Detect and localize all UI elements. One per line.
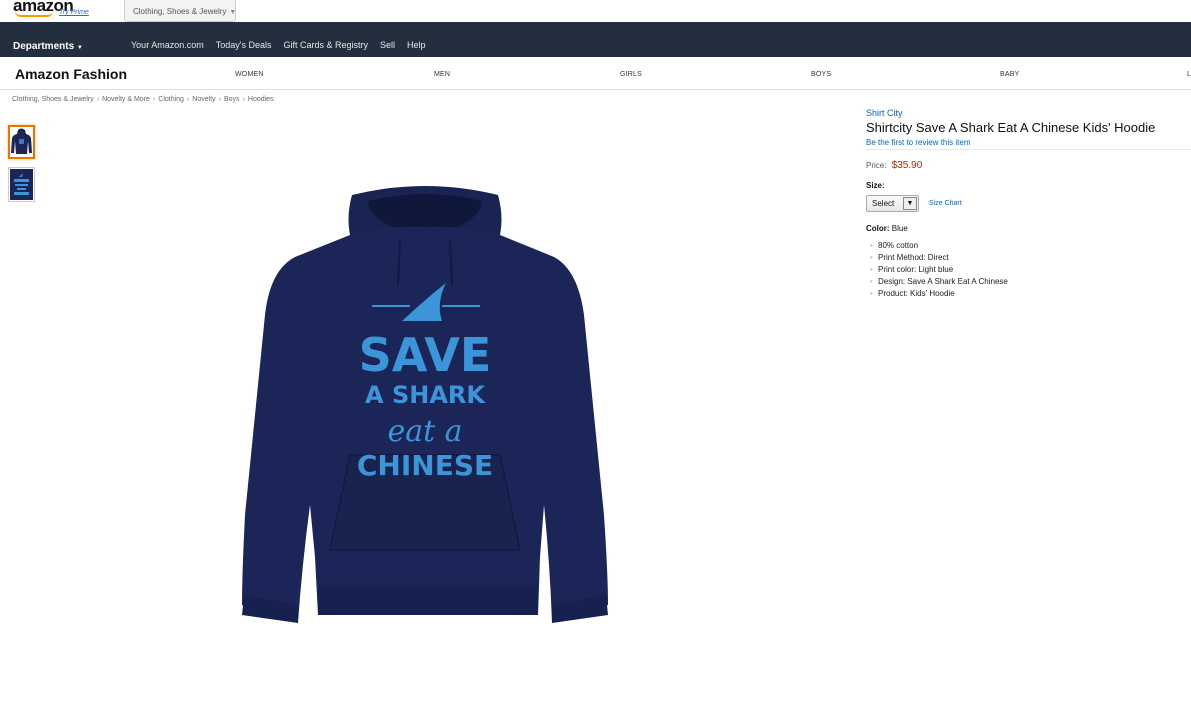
color-value: Blue — [891, 224, 908, 233]
print-text-chinese: CHINESE — [357, 449, 493, 482]
subnav-item-boys[interactable]: BOYS — [811, 71, 831, 78]
size-chart-link[interactable]: Size Chart — [929, 200, 962, 207]
breadcrumb-item[interactable]: Novelty & More — [102, 96, 150, 103]
chevron-down-icon: ▼ — [76, 45, 83, 51]
subnav-item-more[interactable]: L — [1187, 71, 1191, 78]
breadcrumb-separator-icon: › — [218, 96, 221, 103]
amazon-logo[interactable]: amazon Try Prime — [13, 0, 93, 20]
breadcrumb-item[interactable]: Clothing, Shoes & Jewelry — [12, 96, 94, 103]
size-select[interactable]: Select ▼ — [866, 195, 919, 212]
nav-link-todays-deals[interactable]: Today's Deals — [216, 40, 272, 50]
nav-link-sell[interactable]: Sell — [380, 40, 395, 50]
size-select-value: Select — [872, 199, 895, 208]
nav-link-your-amazon[interactable]: Your Amazon.com — [131, 40, 204, 50]
feature-bullet: Print color: Light blue — [866, 265, 1191, 274]
size-row: Select ▼ Size Chart — [866, 195, 1191, 212]
main-product-image[interactable]: SAVE A SHARK eat a CHINESE — [230, 185, 620, 635]
design-thumbnail-image — [10, 169, 33, 200]
price-value: $35.90 — [891, 160, 923, 171]
search-department-dropdown[interactable]: Clothing, Shoes & Jewelry ▼ — [124, 0, 236, 22]
breadcrumb-item[interactable]: Boys — [224, 96, 240, 103]
brand-link[interactable]: Shirt City — [866, 108, 1191, 118]
fashion-subnav: Amazon Fashion WOMEN MEN GIRLS BOYS BABY… — [0, 57, 1191, 90]
breadcrumb-item[interactable]: Novelty — [192, 96, 215, 103]
departments-label: Departments — [13, 41, 75, 52]
breadcrumb-separator-icon: › — [242, 96, 245, 103]
review-link[interactable]: Be the first to review this item — [866, 138, 1191, 150]
search-department-label: Clothing, Shoes & Jewelry — [133, 7, 227, 16]
subnav-title[interactable]: Amazon Fashion — [15, 66, 127, 82]
product-title: Shirtcity Save A Shark Eat A Chinese Kid… — [866, 120, 1156, 135]
breadcrumb-separator-icon: › — [152, 96, 156, 103]
departments-menu[interactable]: Departments ▼ — [13, 41, 83, 52]
color-row: Color: Blue — [866, 224, 1191, 233]
subnav-item-girls[interactable]: GIRLS — [620, 71, 642, 78]
feature-bullet: Product: Kids' Hoodie — [866, 289, 1191, 298]
breadcrumb-item[interactable]: Clothing — [158, 96, 184, 103]
size-label: Size: — [866, 181, 885, 190]
subnav-item-women[interactable]: WOMEN — [235, 71, 264, 78]
nav-link-help[interactable]: Help — [407, 40, 426, 50]
breadcrumb: Clothing, Shoes & Jewelry › Novelty & More… — [12, 96, 274, 103]
feature-bullets: 80% cotton Print Method: Direct Print co… — [866, 241, 1191, 298]
breadcrumb-separator-icon: › — [186, 96, 190, 103]
main-nav: Departments ▼ Your Amazon.com Today's De… — [0, 22, 1191, 57]
print-text-eat: eat a — [387, 414, 462, 449]
logo-smile-icon — [15, 11, 53, 17]
color-label: Color: — [866, 224, 890, 233]
price-label: Price: — [866, 161, 887, 170]
subnav-item-men[interactable]: MEN — [434, 71, 450, 78]
thumbnail-design[interactable] — [8, 167, 35, 202]
subnav-item-baby[interactable]: BABY — [1000, 71, 1019, 78]
nav-links: Your Amazon.com Today's Deals Gift Cards… — [131, 40, 438, 50]
thumbnail-hoodie[interactable] — [8, 125, 35, 159]
feature-bullet: Print Method: Direct — [866, 253, 1191, 262]
print-text-save: SAVE — [359, 328, 492, 382]
print-text-shark: A SHARK — [365, 381, 486, 409]
try-prime-link[interactable]: Try Prime — [59, 9, 89, 16]
hoodie-image: SAVE A SHARK eat a CHINESE — [242, 186, 608, 623]
feature-bullet: 80% cotton — [866, 241, 1191, 250]
nav-link-gift-cards[interactable]: Gift Cards & Registry — [283, 40, 368, 50]
feature-bullet: Design: Save A Shark Eat A Chinese — [866, 277, 1191, 286]
product-details: Shirt City Shirtcity Save A Shark Eat A … — [866, 108, 1191, 301]
chevron-down-icon: ▼ — [903, 197, 917, 210]
breadcrumb-separator-icon: › — [96, 96, 100, 103]
hoodie-thumbnail-image — [11, 128, 32, 154]
chevron-down-icon: ▼ — [229, 9, 237, 16]
price-row: Price: $35.90 — [866, 160, 1191, 171]
breadcrumb-item[interactable]: Hoodies — [248, 96, 274, 103]
top-header: amazon Try Prime Clothing, Shoes & Jewel… — [0, 0, 1191, 22]
